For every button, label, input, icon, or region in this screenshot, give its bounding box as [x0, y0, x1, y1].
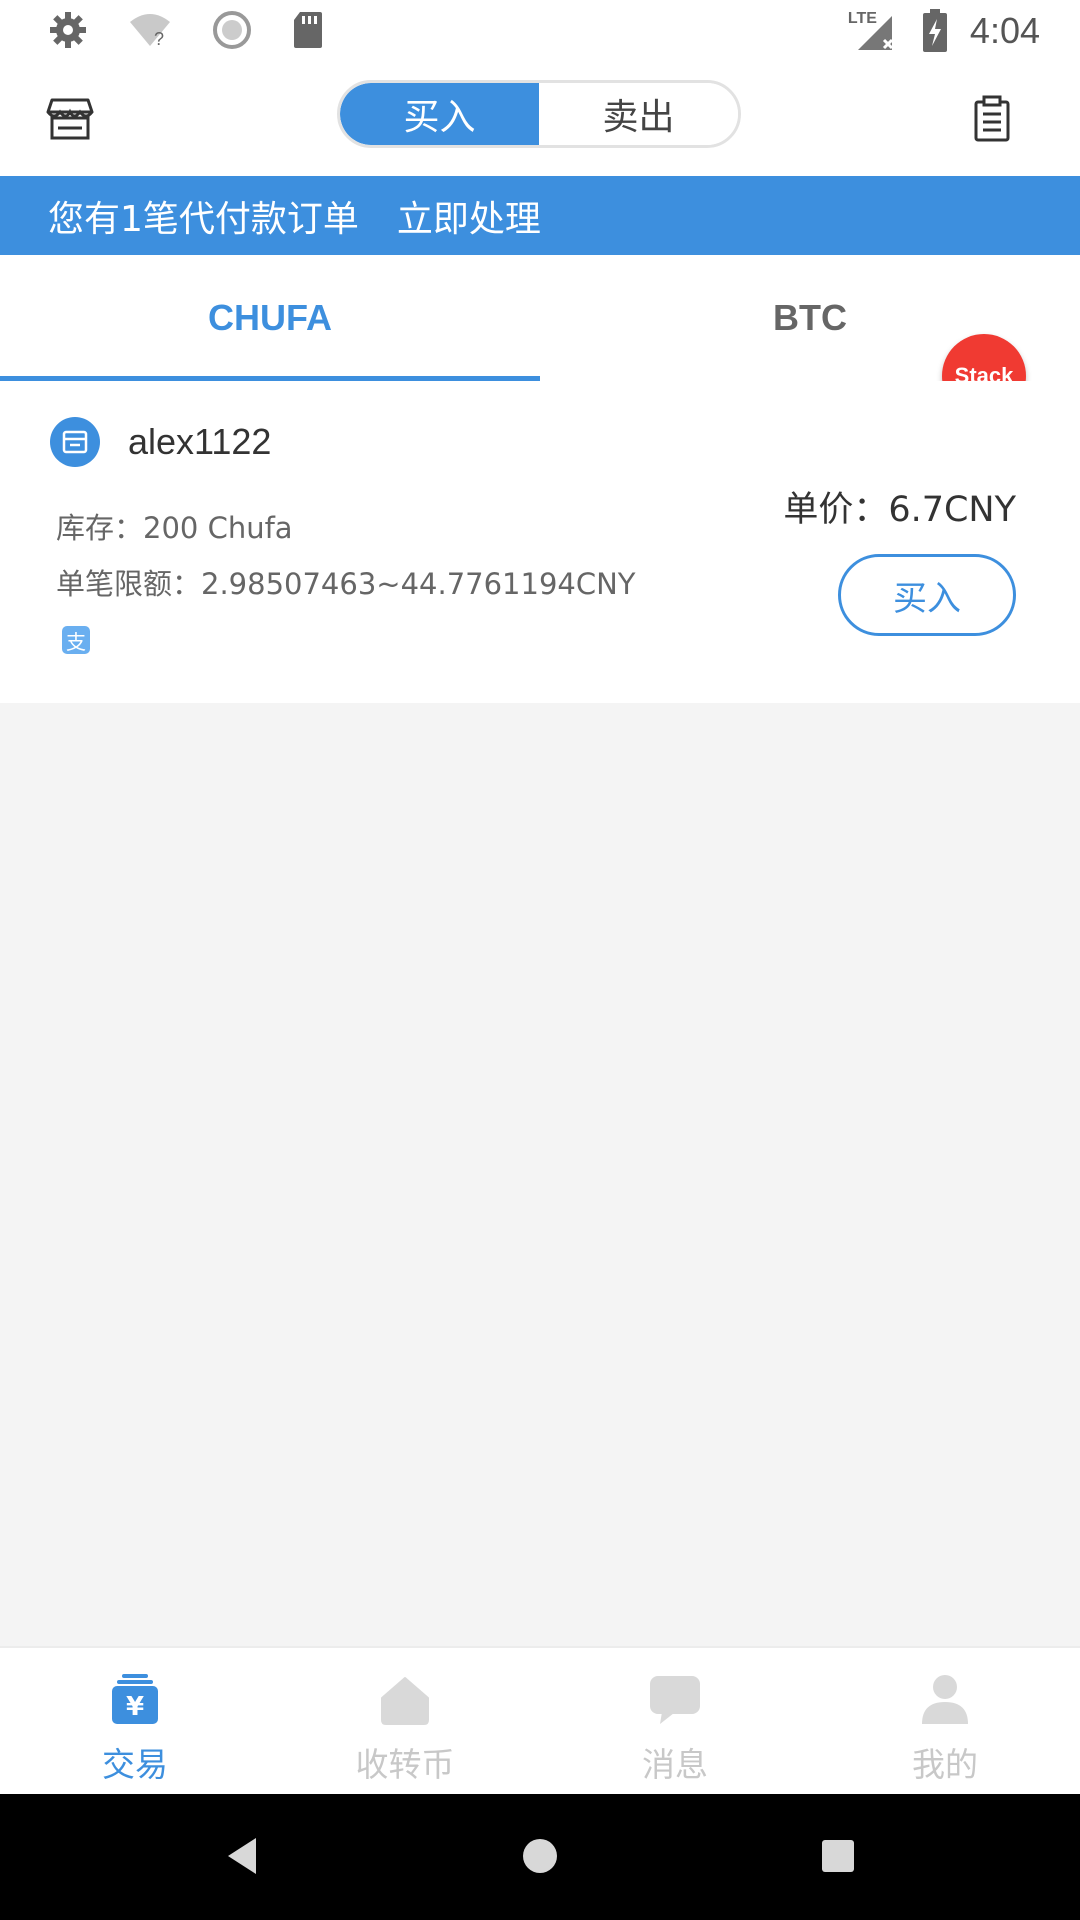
- home-icon[interactable]: [520, 1834, 560, 1878]
- nav-messages[interactable]: 消息: [540, 1648, 810, 1794]
- stock-info: 库存：200 Chufa: [56, 511, 293, 545]
- bottom-navigation: ¥ 交易 收转币 消息 我的: [0, 1646, 1080, 1794]
- coin-tabs: CHUFA BTC: [0, 255, 1080, 381]
- nav-profile[interactable]: 我的: [810, 1648, 1080, 1794]
- sell-segment[interactable]: 卖出: [539, 83, 738, 145]
- unit-price: 单价：6.7CNY: [783, 490, 1016, 530]
- settings-icon: [50, 12, 86, 48]
- shop-icon: [62, 430, 88, 454]
- message-icon: [650, 1676, 700, 1724]
- pending-order-banner[interactable]: 您有1笔代付款订单 立即处理: [0, 176, 1080, 255]
- trade-yen-icon: ¥: [112, 1674, 158, 1724]
- top-header: 买入 卖出: [0, 64, 1080, 176]
- offer-card: alex1122 库存：200 Chufa 单笔限额：2.98507463~44…: [0, 381, 1080, 703]
- back-icon[interactable]: [222, 1834, 262, 1878]
- nav-receive-transfer-label: 收转币: [355, 1745, 455, 1784]
- orders-clipboard-icon[interactable]: [968, 94, 1016, 142]
- banner-action-link[interactable]: 立即处理: [397, 190, 541, 242]
- status-icons-right: LTE 4:04: [848, 6, 1040, 56]
- nav-trade-label: 交易: [102, 1745, 168, 1784]
- merchant-name: alex1122: [128, 421, 272, 462]
- status-bar: ? LTE 4:04: [0, 0, 1080, 64]
- shop-icon[interactable]: [46, 94, 94, 142]
- sd-card-icon: [294, 12, 322, 48]
- buy-sell-toggle: 买入 卖出: [337, 80, 741, 148]
- limit-info: 单笔限额：2.98507463~44.7761194CNY: [56, 567, 636, 601]
- wifi-question-icon: ?: [130, 14, 170, 48]
- system-navigation-bar: [0, 1794, 1080, 1920]
- clock: 4:04: [969, 10, 1040, 51]
- buy-segment[interactable]: 买入: [340, 83, 539, 145]
- alipay-icon: 支: [62, 626, 90, 654]
- battery-charging-icon: [922, 9, 947, 52]
- buy-button[interactable]: 买入: [838, 554, 1016, 636]
- profile-icon: [922, 1675, 968, 1724]
- loading-circle-icon: [213, 11, 251, 49]
- lte-signal-icon: LTE: [848, 6, 900, 56]
- svg-text:¥: ¥: [126, 1692, 144, 1722]
- nav-messages-label: 消息: [642, 1745, 708, 1784]
- nav-trade[interactable]: ¥ 交易: [0, 1648, 270, 1794]
- svg-text:?: ?: [154, 29, 164, 48]
- recents-icon[interactable]: [818, 1834, 858, 1878]
- nav-receive-transfer[interactable]: 收转币: [270, 1648, 540, 1794]
- receive-transfer-icon: [381, 1677, 429, 1725]
- nav-profile-label: 我的: [912, 1745, 978, 1784]
- merchant-avatar: [50, 417, 100, 467]
- status-icons-left: ?: [48, 10, 324, 50]
- banner-message: 您有1笔代付款订单: [48, 198, 359, 240]
- tab-chufa[interactable]: CHUFA: [0, 255, 540, 381]
